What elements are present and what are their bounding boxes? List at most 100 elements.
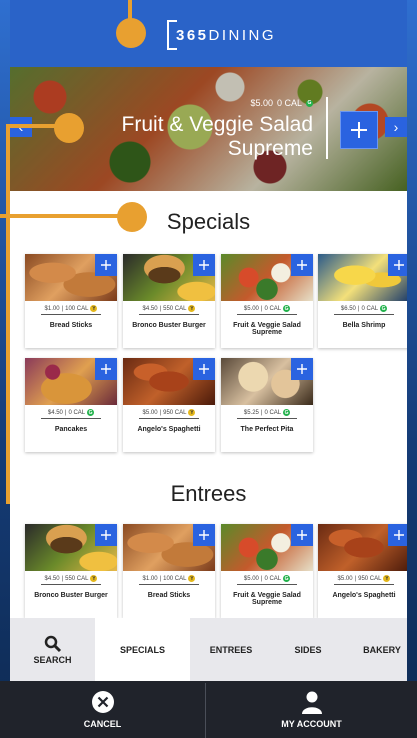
meta-separator: | <box>354 575 357 582</box>
card-rule <box>237 418 297 419</box>
tab-sides[interactable]: SIDES <box>272 618 344 681</box>
menu-item-card[interactable]: $5.00 | 0 CAL G Fruit & Veggie Salad Supreme <box>221 254 313 348</box>
menu-item-name: The Perfect Pita <box>240 426 294 433</box>
plus-icon <box>297 364 307 374</box>
add-item-button[interactable] <box>291 254 313 276</box>
menu-item-meta: $5.00 | 0 CAL G <box>221 305 313 312</box>
menu-item-price: $1.00 <box>142 575 158 582</box>
card-rule <box>41 418 101 419</box>
menu-item-calories: 550 CAL <box>163 305 187 312</box>
nutrition-badge: Y <box>90 305 98 312</box>
menu-item-meta: $1.00 | 100 CAL Y <box>123 575 215 582</box>
category-tabs: SEARCH SPECIALS ENTREES SIDES BAKERY <box>10 618 407 681</box>
menu-item-meta: $5.00 | 950 CAL Y <box>123 409 215 416</box>
menu-item-card[interactable]: $1.00 | 100 CAL Y Bread Sticks <box>25 254 117 348</box>
menu-item-calories: 0 CAL <box>264 575 282 582</box>
menu-item-meta: $5.00 | 0 CAL G <box>221 575 313 582</box>
menu-content[interactable]: Specials $1.00 | 100 CAL Y Bread Sticks $4.50… <box>10 191 407 618</box>
card-rule <box>334 314 394 315</box>
menu-item-price: $4.50 <box>47 409 63 416</box>
nutrition-badge: Y <box>90 575 98 582</box>
featured-calories: 0 CAL <box>276 98 302 108</box>
menu-item-meta: $4.50 | 550 CAL Y <box>25 575 117 582</box>
add-item-button[interactable] <box>291 524 313 546</box>
menu-item-calories: 0 CAL <box>264 305 282 312</box>
add-item-button[interactable] <box>388 524 407 546</box>
menu-item-price: $1.00 <box>44 305 60 312</box>
meta-separator: | <box>159 305 162 312</box>
menu-item-card[interactable]: $4.50 | 0 CAL G Pancakes <box>25 358 117 452</box>
nutrition-badge: Y <box>188 409 196 416</box>
plus-icon <box>297 260 307 270</box>
logo-bracket-icon <box>167 20 177 50</box>
add-item-button[interactable] <box>193 524 215 546</box>
menu-item-card[interactable]: $4.50 | 550 CAL Y Bronco Buster Burger <box>25 524 117 618</box>
add-item-button[interactable] <box>291 358 313 380</box>
callout-line <box>6 124 10 504</box>
search-tab[interactable]: SEARCH <box>20 618 85 681</box>
menu-item-card[interactable]: $5.00 | 950 CAL Y Angelo's Spaghetti <box>123 358 215 452</box>
nutrition-badge: Y <box>188 305 196 312</box>
plus-icon <box>199 364 209 374</box>
chevron-right-icon[interactable]: › <box>385 117 407 137</box>
menu-item-meta: $6.50 | 0 CAL G <box>318 305 407 312</box>
nutrition-badge: G <box>87 409 95 416</box>
my-account-label: MY ACCOUNT <box>281 719 342 729</box>
search-tab-label: SEARCH <box>33 654 72 665</box>
add-item-button[interactable] <box>193 358 215 380</box>
add-item-button[interactable] <box>95 254 117 276</box>
menu-item-calories: 0 CAL <box>264 409 282 416</box>
menu-item-name: Angelo's Spaghetti <box>332 592 396 599</box>
menu-item-card[interactable]: $6.50 | 0 CAL G Bella Shrimp <box>318 254 407 348</box>
plus-icon <box>297 530 307 540</box>
menu-item-card[interactable]: $5.00 | 950 CAL Y Angelo's Spaghetti <box>318 524 407 618</box>
nutrition-badge: Y <box>188 575 196 582</box>
menu-item-meta: $4.50 | 0 CAL G <box>25 409 117 416</box>
card-rule <box>139 584 199 585</box>
plus-icon <box>101 260 111 270</box>
add-item-button[interactable] <box>95 358 117 380</box>
menu-item-calories: 550 CAL <box>65 575 89 582</box>
menu-item-meta: $4.50 | 550 CAL Y <box>123 305 215 312</box>
header: 365DINING <box>10 0 407 67</box>
plus-icon <box>101 364 111 374</box>
meta-separator: | <box>64 409 67 416</box>
menu-item-card[interactable]: $4.50 | 550 CAL Y Bronco Buster Burger <box>123 254 215 348</box>
menu-item-price: $5.25 <box>243 409 259 416</box>
menu-item-card[interactable]: $5.25 | 0 CAL G The Perfect Pita <box>221 358 313 452</box>
card-rule <box>237 584 297 585</box>
add-item-button[interactable] <box>193 254 215 276</box>
card-rule <box>41 584 101 585</box>
menu-item-price: $5.00 <box>243 575 259 582</box>
close-circle-icon <box>91 691 114 713</box>
menu-item-calories: 950 CAL <box>358 575 382 582</box>
my-account-button[interactable]: MY ACCOUNT <box>206 681 417 738</box>
meta-separator: | <box>61 305 64 312</box>
tab-bakery[interactable]: BAKERY <box>347 618 417 681</box>
nutrition-badge: G <box>380 305 388 312</box>
card-rule <box>139 418 199 419</box>
callout-line <box>6 124 60 128</box>
menu-item-calories: 0 CAL <box>361 305 379 312</box>
card-rule <box>139 314 199 315</box>
add-item-button[interactable] <box>388 254 407 276</box>
featured-add-button[interactable] <box>340 111 378 149</box>
featured-badge: G <box>306 99 313 107</box>
card-rule <box>41 314 101 315</box>
tab-specials[interactable]: SPECIALS <box>95 618 190 681</box>
bottom-bar: CANCEL MY ACCOUNT <box>0 681 417 738</box>
meta-separator: | <box>159 575 162 582</box>
menu-item-card[interactable]: $1.00 | 100 CAL Y Bread Sticks <box>123 524 215 618</box>
meta-separator: | <box>260 575 263 582</box>
menu-item-card[interactable]: $5.00 | 0 CAL G Fruit & Veggie Salad Supreme <box>221 524 313 618</box>
user-icon <box>301 691 322 714</box>
cancel-button[interactable]: CANCEL <box>0 681 205 738</box>
plus-icon <box>199 530 209 540</box>
menu-item-price: $5.00 <box>337 575 353 582</box>
callout-dot-specials <box>117 202 147 232</box>
menu-item-meta: $5.00 | 950 CAL Y <box>318 575 407 582</box>
add-item-button[interactable] <box>95 524 117 546</box>
tab-entrees[interactable]: ENTREES <box>195 618 267 681</box>
menu-item-name: Bronco Buster Burger <box>34 592 108 599</box>
plus-icon <box>394 260 404 270</box>
